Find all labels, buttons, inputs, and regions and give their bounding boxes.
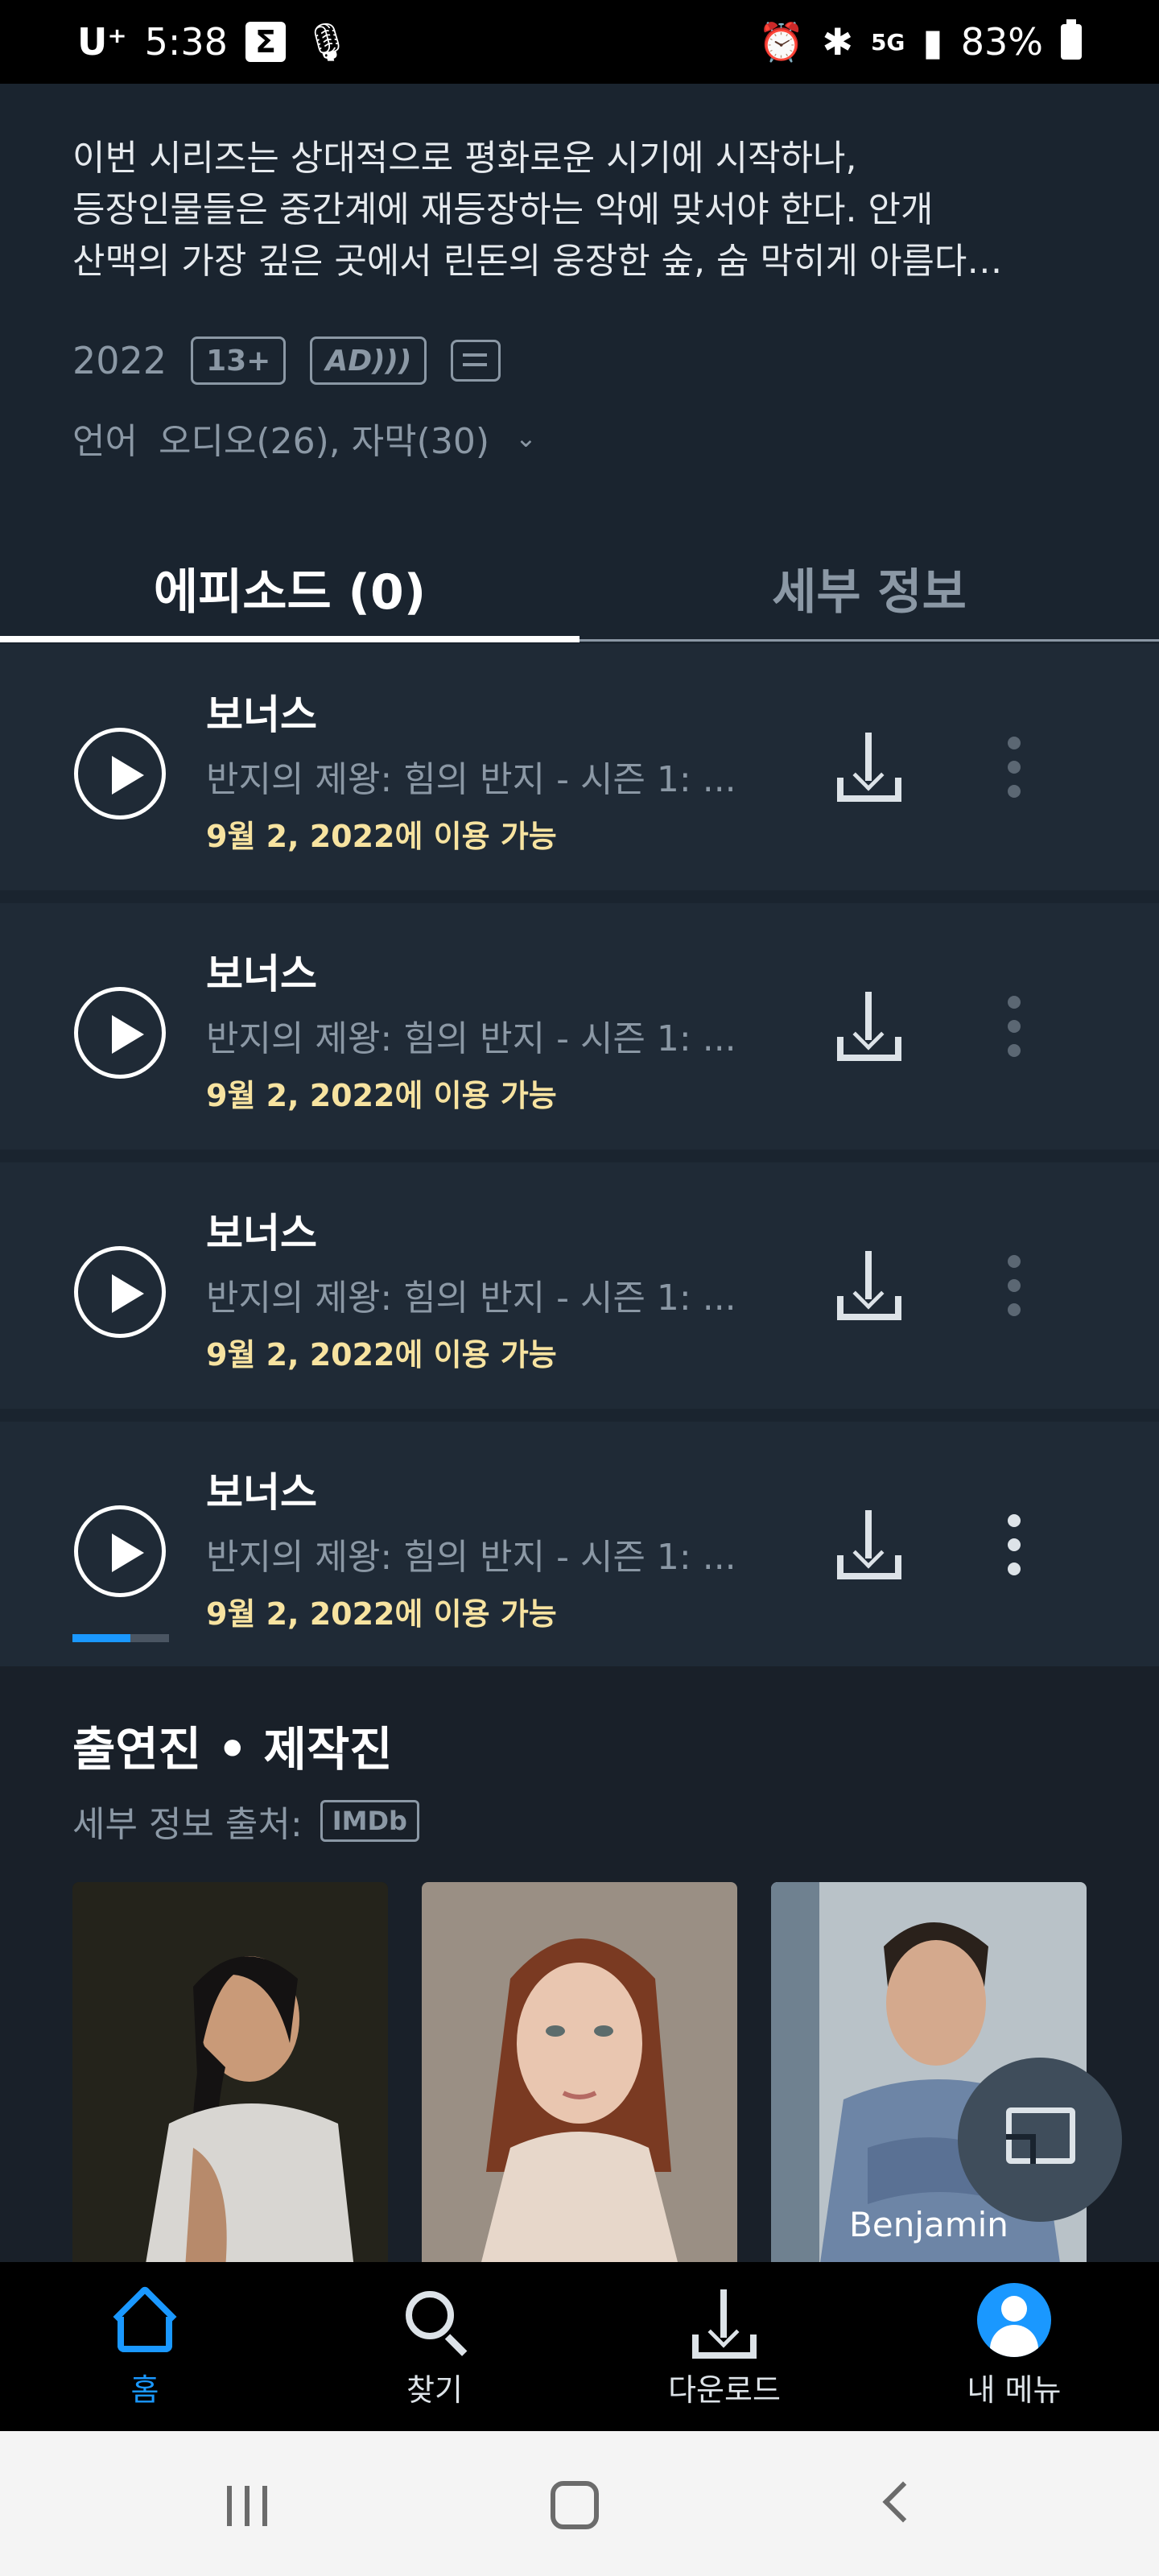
clock: 5:38: [144, 20, 228, 64]
play-icon[interactable]: [74, 728, 166, 819]
more-options-icon[interactable]: [1008, 1514, 1021, 1575]
download-icon[interactable]: [837, 1251, 901, 1323]
download-icon[interactable]: [837, 733, 901, 805]
nav-downloads[interactable]: 다운로드: [580, 2262, 869, 2431]
play-icon[interactable]: [74, 987, 166, 1079]
episode-row[interactable]: 보너스 반지의 제왕: 힘의 반지 - 시즌 1: ... 9월 2, 2022…: [0, 1162, 1159, 1409]
cast-photo: [72, 1882, 388, 2268]
episode-availability: 9월 2, 2022에 이용 가능: [206, 1078, 557, 1113]
language-selector[interactable]: 언어 오디오(26), 자막(30) ⌄: [72, 412, 537, 464]
download-icon: [692, 2289, 757, 2359]
bluetooth-icon: ✱: [822, 20, 853, 64]
nav-my-menu[interactable]: 내 메뉴: [869, 2262, 1159, 2431]
subtitles-icon: [451, 340, 501, 382]
release-year: 2022: [72, 339, 167, 382]
status-bar: U⁺ 5:38 Σ 🎙 ⏰ ✱ 5G ▮ 83%: [0, 0, 1159, 84]
tab-details[interactable]: 세부 정보: [580, 531, 1159, 644]
episode-title: 보너스: [206, 951, 317, 997]
watch-progress-fill: [72, 1634, 130, 1642]
home-icon: [113, 2285, 177, 2352]
search-icon: [402, 2288, 468, 2356]
episode-title: 보너스: [206, 691, 317, 738]
tab-active-indicator: [0, 636, 580, 642]
nav-search[interactable]: 찾기: [290, 2262, 580, 2431]
episode-availability: 9월 2, 2022에 이용 가능: [206, 819, 557, 854]
back-icon[interactable]: [882, 2481, 924, 2523]
episode-availability: 9월 2, 2022에 이용 가능: [206, 1596, 557, 1632]
nav-downloads-label: 다운로드: [668, 2372, 781, 2408]
profile-avatar-icon: [977, 2283, 1051, 2357]
title-metadata: 2022 13+ AD))): [72, 336, 501, 385]
episode-subtitle: 반지의 제왕: 힘의 반지 - 시즌 1: ...: [206, 1018, 736, 1059]
episode-row[interactable]: 보너스 반지의 제왕: 힘의 반지 - 시즌 1: ... 9월 2, 2022…: [0, 644, 1159, 890]
synopsis-line: 등장인물들은 중간계에 재등장하는 악에 맞서야 한다. 안개: [72, 189, 934, 230]
age-rating-badge: 13+: [191, 336, 287, 385]
episode-title: 보너스: [206, 1210, 317, 1257]
cast-section-title: 출연진 • 제작진: [72, 1722, 393, 1777]
synopsis[interactable]: 이번 시리즈는 상대적으로 평화로운 시기에 시작하나, 등장인물들은 중간계에…: [72, 133, 1087, 287]
cast-card[interactable]: [72, 1882, 388, 2268]
microphone-icon: 🎙: [303, 19, 351, 64]
language-value: 오디오(26), 자막(30): [158, 421, 489, 462]
nav-home-label: 홈: [130, 2372, 159, 2408]
chevron-down-icon: ⌄: [514, 423, 537, 453]
episode-subtitle: 반지의 제왕: 힘의 반지 - 시즌 1: ...: [206, 759, 736, 800]
episode-row[interactable]: 보너스 반지의 제왕: 힘의 반지 - 시즌 1: ... 9월 2, 2022…: [0, 1422, 1159, 1668]
watch-progress-bar: [72, 1634, 169, 1642]
cast-source: 세부 정보 출처: IMDb: [72, 1795, 419, 1847]
episode-subtitle: 반지의 제왕: 힘의 반지 - 시즌 1: ...: [206, 1278, 736, 1319]
synopsis-line: 이번 시리즈는 상대적으로 평화로운 시기에 시작하나,: [72, 138, 857, 179]
recent-apps-icon[interactable]: [227, 2486, 270, 2526]
episode-availability: 9월 2, 2022에 이용 가능: [206, 1337, 557, 1373]
nav-my-menu-label: 내 메뉴: [967, 2372, 1062, 2408]
more-options-icon[interactable]: [1008, 737, 1021, 798]
signal-icon: ▮: [922, 20, 943, 64]
cast-card[interactable]: [422, 1882, 737, 2268]
imdb-badge: IMDb: [320, 1800, 419, 1842]
download-icon[interactable]: [837, 1510, 901, 1583]
sigma-icon: Σ: [245, 22, 286, 62]
battery-percent: 83%: [960, 20, 1043, 64]
episode-row[interactable]: 보너스 반지의 제왕: 힘의 반지 - 시즌 1: ... 9월 2, 2022…: [0, 903, 1159, 1150]
play-icon[interactable]: [74, 1246, 166, 1338]
more-options-icon[interactable]: [1008, 996, 1021, 1057]
more-options-icon[interactable]: [1008, 1255, 1021, 1316]
system-navigation-bar: [0, 2431, 1159, 2576]
play-icon[interactable]: [74, 1505, 166, 1597]
synopsis-line: 산맥의 가장 깊은 곳에서 린돈의 웅장한 숲, 숨 막히게 아름다…: [72, 241, 1003, 282]
nav-search-label: 찾기: [406, 2372, 463, 2408]
download-icon[interactable]: [837, 992, 901, 1064]
battery-icon: [1061, 19, 1082, 60]
home-button-icon[interactable]: [551, 2481, 599, 2529]
episode-subtitle: 반지의 제왕: 힘의 반지 - 시즌 1: ...: [206, 1537, 736, 1578]
language-label: 언어: [72, 421, 138, 462]
nav-home[interactable]: 홈: [0, 2262, 290, 2431]
cast-source-label: 세부 정보 출처:: [72, 1804, 303, 1845]
alarm-icon: ⏰: [758, 19, 805, 64]
cast-photo: [422, 1882, 737, 2268]
bottom-navigation: 홈 찾기 다운로드 내 메뉴: [0, 2262, 1159, 2431]
cast-button[interactable]: [958, 2058, 1122, 2222]
audio-description-badge: AD))): [310, 336, 427, 385]
network-type: 5G: [870, 28, 905, 56]
carrier-label: U⁺: [77, 20, 127, 64]
episode-title: 보너스: [206, 1469, 317, 1516]
tab-episodes[interactable]: 에피소드 (0): [0, 531, 580, 644]
cast-icon: [1006, 2107, 1075, 2164]
